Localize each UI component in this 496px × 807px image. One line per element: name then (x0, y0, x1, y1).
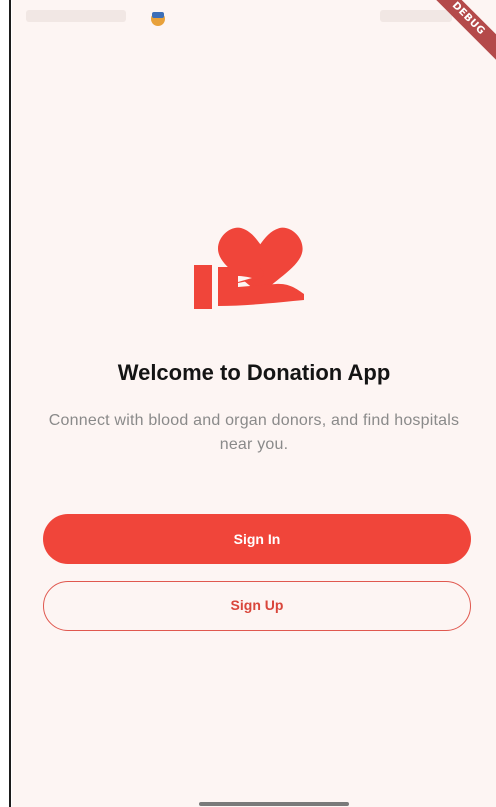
page-subtitle: Connect with blood and organ donors, and… (48, 412, 460, 453)
home-indicator[interactable] (199, 802, 349, 806)
device-frame-edge (0, 0, 12, 807)
frame-line (9, 0, 11, 807)
welcome-screen: DEBUG Welcome to Donation App Connect wi… (12, 0, 496, 807)
status-bar-right-icons (380, 10, 452, 22)
sign-in-button[interactable]: Sign In (43, 514, 471, 564)
status-bar-left-icons (26, 10, 126, 22)
status-bar (12, 0, 496, 36)
sign-up-button[interactable]: Sign Up (43, 581, 471, 631)
hand-holding-heart-icon (194, 227, 304, 309)
page-title: Welcome to Donation App (117, 360, 391, 385)
notification-emoji-icon (151, 12, 165, 26)
